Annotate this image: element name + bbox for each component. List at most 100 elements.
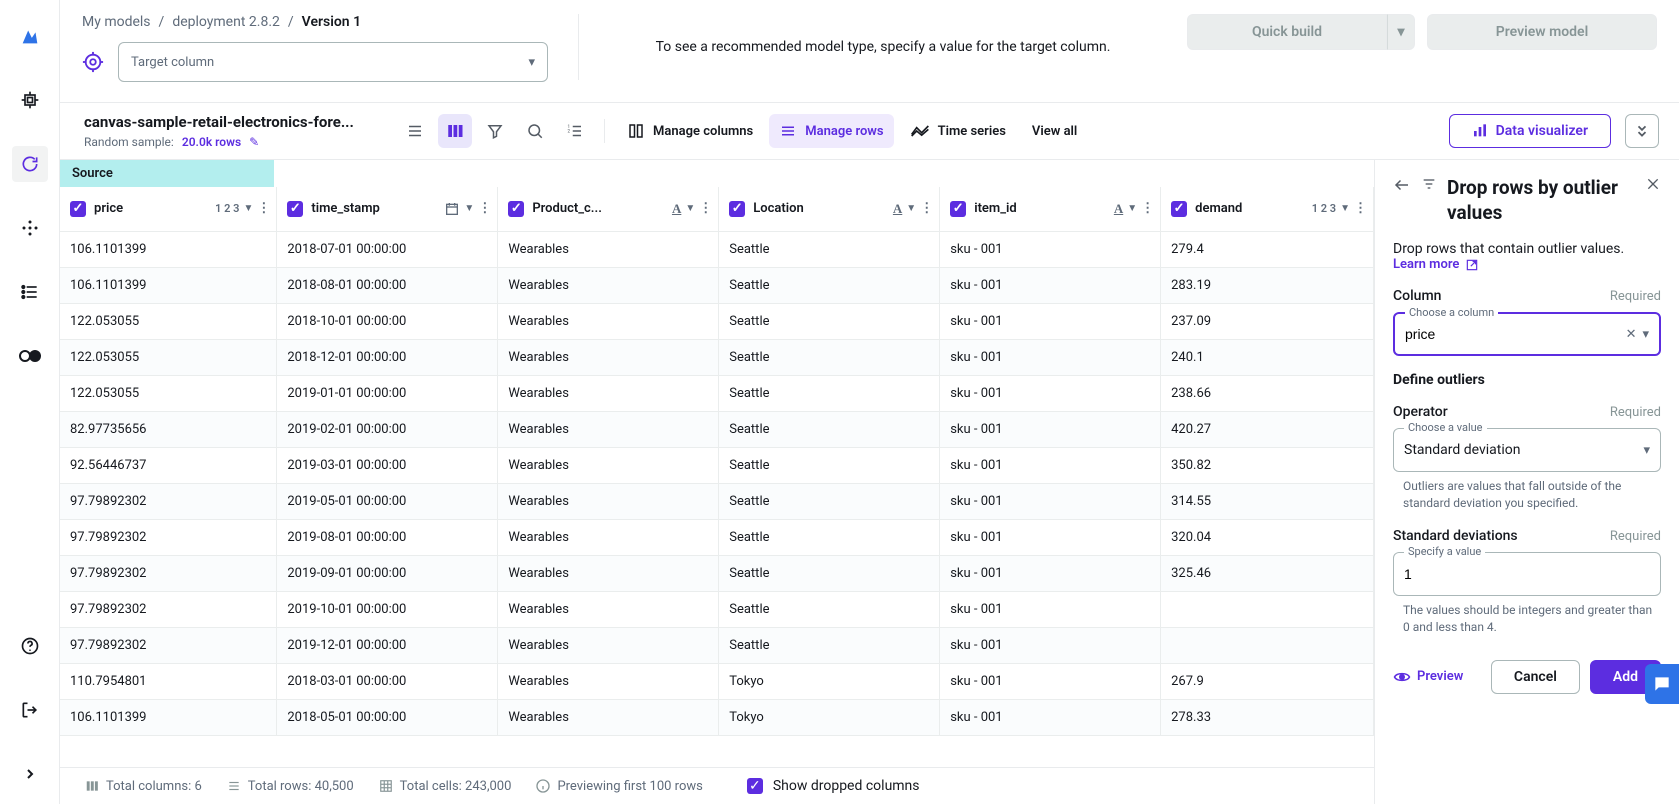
table-row[interactable]: 110.79548012018-03-01 00:00:00WearablesT… xyxy=(60,663,1374,699)
time-series-button[interactable]: Time series xyxy=(900,114,1016,148)
nav-toggle-icon[interactable] xyxy=(12,338,48,374)
filter-icon[interactable] xyxy=(478,114,512,148)
table-row[interactable]: 106.11013992018-08-01 00:00:00WearablesS… xyxy=(60,267,1374,303)
cell-time_stamp: 2019-01-01 00:00:00 xyxy=(277,375,498,411)
panel-filter-icon[interactable] xyxy=(1421,176,1437,192)
cell-demand xyxy=(1161,591,1374,627)
kebab-icon[interactable]: ⋮ xyxy=(1141,201,1154,216)
cell-price: 122.053055 xyxy=(60,339,277,375)
column-input-field[interactable] xyxy=(1405,326,1620,342)
column-checkbox[interactable]: ✓ xyxy=(950,201,966,217)
table-row[interactable]: 122.0530552018-12-01 00:00:00WearablesSe… xyxy=(60,339,1374,375)
view-grid-icon[interactable] xyxy=(438,114,472,148)
panel-back-icon[interactable] xyxy=(1393,176,1411,194)
panel-close-icon[interactable] xyxy=(1645,176,1661,192)
cell-price: 97.79892302 xyxy=(60,591,277,627)
kebab-icon[interactable]: ⋮ xyxy=(1354,201,1367,216)
table-row[interactable]: 122.0530552019-01-01 00:00:00WearablesSe… xyxy=(60,375,1374,411)
kebab-icon[interactable]: ⋮ xyxy=(478,201,491,216)
table-row[interactable]: 97.798923022019-10-01 00:00:00WearablesS… xyxy=(60,591,1374,627)
column-floating-label: Choose a column xyxy=(1405,306,1498,319)
column-header[interactable]: ✓price1 2 3▼⋮ xyxy=(60,187,277,231)
view-all-button[interactable]: View all xyxy=(1022,114,1087,148)
cell-location: Seattle xyxy=(719,339,940,375)
column-checkbox[interactable]: ✓ xyxy=(508,201,524,217)
nav-logo-icon[interactable] xyxy=(12,18,48,54)
crumb-deployment[interactable]: deployment 2.8.2 xyxy=(172,14,280,30)
column-header[interactable]: ✓time_stamp▼⋮ xyxy=(277,187,498,231)
column-header[interactable]: ✓item_idA▼⋮ xyxy=(940,187,1161,231)
view-list-icon[interactable] xyxy=(398,114,432,148)
table-row[interactable]: 122.0530552018-10-01 00:00:00WearablesSe… xyxy=(60,303,1374,339)
cell-location: Seattle xyxy=(719,483,940,519)
manage-columns-button[interactable]: Manage columns xyxy=(617,114,763,148)
data-visualizer-button[interactable]: Data visualizer xyxy=(1449,114,1611,148)
column-checkbox[interactable]: ✓ xyxy=(729,201,745,217)
drop-outlier-panel: Drop rows by outlier values Drop rows th… xyxy=(1375,160,1679,804)
std-floating-label: Specify a value xyxy=(1404,545,1485,558)
cell-demand: 350.82 xyxy=(1161,447,1374,483)
show-dropped-checkbox[interactable]: ✓ xyxy=(747,778,763,794)
manage-rows-button[interactable]: Manage rows xyxy=(769,114,893,148)
table-row[interactable]: 106.11013992018-05-01 00:00:00WearablesT… xyxy=(60,699,1374,735)
table-row[interactable]: 106.11013992018-07-01 00:00:00WearablesS… xyxy=(60,231,1374,267)
chevron-down-icon[interactable]: ▼ xyxy=(906,203,916,214)
chevron-down-icon: ▾ xyxy=(528,55,535,70)
column-header[interactable]: ✓demand1 2 3▼⋮ xyxy=(1161,187,1374,231)
std-input[interactable]: Specify a value xyxy=(1393,552,1661,596)
table-row[interactable]: 82.977356562019-02-01 00:00:00WearablesS… xyxy=(60,411,1374,447)
nav-logout-icon[interactable] xyxy=(12,692,48,728)
column-checkbox[interactable]: ✓ xyxy=(287,201,303,217)
nav-help-icon[interactable] xyxy=(12,628,48,664)
clear-icon[interactable]: ✕ xyxy=(1620,327,1643,342)
cell-price: 106.1101399 xyxy=(60,699,277,735)
edit-icon[interactable]: ✎ xyxy=(249,135,259,149)
kebab-icon[interactable]: ⋮ xyxy=(920,201,933,216)
target-column-select[interactable]: Target column ▾ xyxy=(118,42,548,82)
chevron-down-icon[interactable]: ▾ xyxy=(1643,443,1650,458)
manage-columns-label: Manage columns xyxy=(653,124,753,139)
cell-demand: 283.19 xyxy=(1161,267,1374,303)
column-checkbox[interactable]: ✓ xyxy=(70,201,86,217)
search-icon[interactable] xyxy=(518,114,552,148)
chevron-down-icon[interactable]: ▼ xyxy=(1127,203,1137,214)
kebab-icon[interactable]: ⋮ xyxy=(699,201,712,216)
crumb-my-models[interactable]: My models xyxy=(82,14,151,30)
kebab-icon[interactable]: ⋮ xyxy=(257,201,270,216)
chat-fab-icon[interactable] xyxy=(1645,664,1679,704)
nav-expand-icon[interactable] xyxy=(12,756,48,792)
operator-select[interactable]: Choose a value Standard deviation ▾ xyxy=(1393,428,1661,472)
nav-chip-icon[interactable] xyxy=(12,82,48,118)
chevron-down-icon[interactable]: ▼ xyxy=(685,203,695,214)
nav-refresh-icon[interactable] xyxy=(12,146,48,182)
table-row[interactable]: 97.798923022019-12-01 00:00:00WearablesS… xyxy=(60,627,1374,663)
nav-list-icon[interactable] xyxy=(12,274,48,310)
numbered-list-icon[interactable]: 12 xyxy=(558,114,592,148)
cell-price: 92.56446737 xyxy=(60,447,277,483)
cell-time_stamp: 2018-05-01 00:00:00 xyxy=(277,699,498,735)
table-row[interactable]: 97.798923022019-08-01 00:00:00WearablesS… xyxy=(60,519,1374,555)
cell-product: Wearables xyxy=(498,231,719,267)
table-row[interactable]: 92.564467372019-03-01 00:00:00WearablesS… xyxy=(60,447,1374,483)
learn-more-link[interactable]: Learn more xyxy=(1393,257,1479,272)
column-header[interactable]: ✓Product_c...A▼⋮ xyxy=(498,187,719,231)
collapse-toolbar-icon[interactable] xyxy=(1625,114,1659,148)
nav-hub-icon[interactable] xyxy=(12,210,48,246)
cell-product: Wearables xyxy=(498,447,719,483)
table-row[interactable]: 97.798923022019-09-01 00:00:00WearablesS… xyxy=(60,555,1374,591)
cell-price: 122.053055 xyxy=(60,303,277,339)
chevron-down-icon[interactable]: ▼ xyxy=(1340,203,1350,214)
sample-rows-link[interactable]: 20.0k rows xyxy=(182,135,241,149)
chevron-down-icon[interactable]: ▾ xyxy=(1642,327,1649,342)
cell-demand: 420.27 xyxy=(1161,411,1374,447)
column-input[interactable]: Choose a column ✕ ▾ xyxy=(1393,312,1661,356)
cancel-button[interactable]: Cancel xyxy=(1491,660,1580,694)
table-row[interactable]: 97.798923022019-05-01 00:00:00WearablesS… xyxy=(60,483,1374,519)
chevron-down-icon[interactable]: ▼ xyxy=(464,203,474,214)
column-header[interactable]: ✓LocationA▼⋮ xyxy=(719,187,940,231)
preview-link[interactable]: Preview xyxy=(1393,669,1463,684)
column-checkbox[interactable]: ✓ xyxy=(1171,201,1187,217)
sample-prefix: Random sample: xyxy=(84,135,174,149)
chevron-down-icon[interactable]: ▼ xyxy=(243,203,253,214)
std-input-field[interactable] xyxy=(1404,566,1650,582)
